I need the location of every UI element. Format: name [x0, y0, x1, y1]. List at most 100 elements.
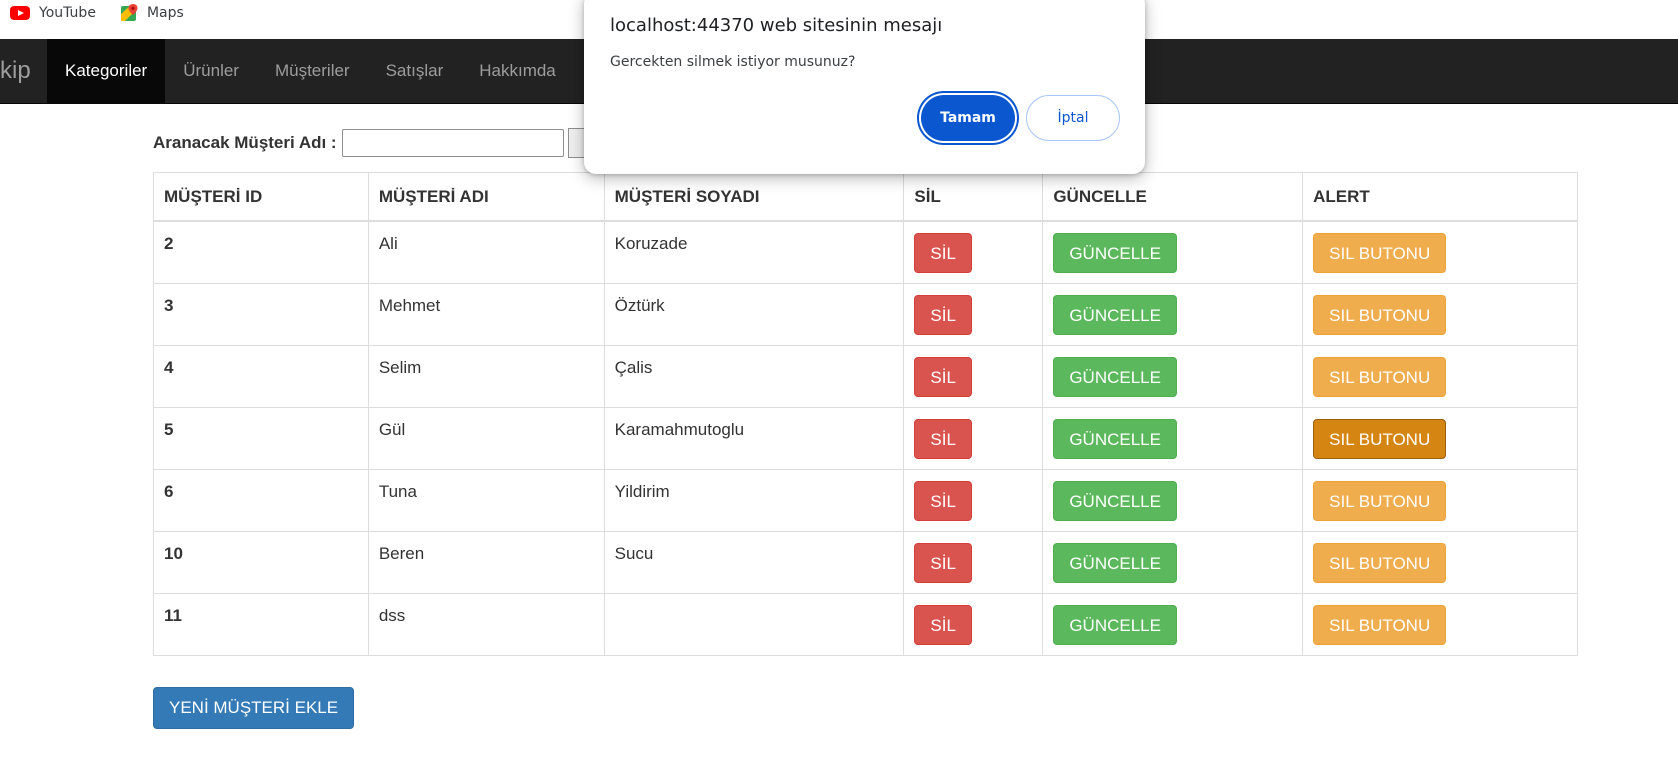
table-row: 4 Selim Çalis SİL GÜNCELLE SIL BUTONU [153, 344, 1578, 408]
search-label: Aranacak Müşteri Adı : [153, 133, 337, 152]
cell-sil: SİL [903, 344, 1044, 408]
cell-ad: Gül [367, 406, 605, 470]
alert-delete-button[interactable]: SIL BUTONU [1313, 604, 1447, 645]
alert-delete-button[interactable]: SIL BUTONU [1313, 418, 1447, 459]
bookmark-youtube[interactable]: YouTube [10, 5, 96, 21]
nav-item-hakkimda[interactable]: Hakkımda [461, 39, 574, 103]
nav-item-urunler[interactable]: Ürünler [165, 39, 257, 103]
dialog-cancel-button[interactable]: İptal [1026, 95, 1120, 141]
cell-ad-text: dss [378, 605, 406, 625]
cell-soyad: Sucu [603, 530, 905, 594]
cell-id-text: 10 [164, 543, 183, 563]
update-button[interactable]: GÜNCELLE [1053, 294, 1177, 335]
header-soyad: MÜŞTERİ SOYADI [603, 172, 905, 222]
bookmark-maps[interactable]: Maps [120, 4, 184, 22]
alert-delete-button[interactable]: SIL BUTONU [1313, 294, 1447, 335]
cell-soyad [603, 592, 905, 656]
cell-id-text: 4 [164, 357, 174, 377]
cell-id: 5 [153, 406, 369, 470]
alert-delete-button[interactable]: SIL BUTONU [1313, 233, 1447, 273]
update-button[interactable]: GÜNCELLE [1053, 604, 1177, 645]
cell-alert: SIL BUTONU [1302, 468, 1578, 532]
cell-alert: SIL BUTONU [1302, 344, 1578, 408]
cell-soyad-text: Öztürk [614, 295, 665, 315]
delete-button[interactable]: SİL [914, 542, 972, 583]
cell-alert: SIL BUTONU [1302, 592, 1578, 656]
update-button[interactable]: GÜNCELLE [1053, 542, 1177, 583]
customers-table: MÜŞTERİ ID MÜŞTERİ ADI MÜŞTERİ SOYADI Sİ… [153, 172, 1578, 656]
cell-id-text: 3 [164, 295, 174, 315]
delete-button[interactable]: SİL [914, 294, 972, 335]
cell-alert: SIL BUTONU [1302, 220, 1578, 284]
cell-guncelle: GÜNCELLE [1042, 530, 1304, 594]
cell-guncelle: GÜNCELLE [1042, 468, 1304, 532]
cell-soyad: Öztürk [603, 282, 905, 346]
cell-sil: SİL [903, 220, 1044, 284]
cell-ad-text: Tuna [378, 481, 417, 501]
delete-button[interactable]: SİL [914, 418, 972, 459]
youtube-icon [10, 6, 30, 20]
cell-id: 6 [153, 468, 369, 532]
cell-ad: Mehmet [367, 282, 605, 346]
table-row: 2 Ali Koruzade SİL GÜNCELLE SIL BUTONU [153, 220, 1578, 284]
header-guncelle: GÜNCELLE [1042, 172, 1304, 222]
cell-ad-text: Ali [378, 234, 398, 253]
cell-sil: SİL [903, 592, 1044, 656]
cell-id-text: 2 [164, 234, 174, 253]
cell-alert: SIL BUTONU [1302, 282, 1578, 346]
delete-button[interactable]: SİL [914, 480, 972, 521]
cell-guncelle: GÜNCELLE [1042, 344, 1304, 408]
cell-sil: SİL [903, 406, 1044, 470]
cell-id: 4 [153, 344, 369, 408]
cell-soyad: Çalis [603, 344, 905, 408]
header-ad: MÜŞTERİ ADI [367, 172, 605, 222]
dialog-message: Gercekten silmek istiyor musunuz? [610, 54, 856, 70]
alert-delete-button[interactable]: SIL BUTONU [1313, 480, 1447, 521]
cell-ad-text: Mehmet [378, 295, 441, 315]
cell-id: 11 [153, 592, 369, 656]
table-header-row: MÜŞTERİ ID MÜŞTERİ ADI MÜŞTERİ SOYADI Sİ… [153, 172, 1578, 222]
update-button[interactable]: GÜNCELLE [1053, 480, 1177, 521]
nav-item-kategoriler[interactable]: Kategoriler [47, 39, 166, 103]
cell-id: 10 [153, 530, 369, 594]
table-row: 3 Mehmet Öztürk SİL GÜNCELLE SIL BUTONU [153, 282, 1578, 346]
search-input[interactable] [341, 129, 564, 157]
update-button[interactable]: GÜNCELLE [1053, 418, 1177, 459]
cell-id-text: 11 [164, 605, 182, 625]
table-row: 5 Gül Karamahmutoglu SİL GÜNCELLE SIL BUTONU [153, 406, 1578, 470]
header-id: MÜŞTERİ ID [153, 172, 369, 222]
cell-soyad-text: Karamahmutoglu [614, 419, 745, 439]
delete-button[interactable]: SİL [914, 356, 972, 397]
cell-ad-text: Gül [378, 419, 406, 439]
cell-sil: SİL [903, 530, 1044, 594]
table-row: 11 dss SİL GÜNCELLE SIL BUTONU [153, 592, 1578, 656]
cell-soyad-text: Çalis [614, 357, 653, 377]
navbar-brand[interactable]: kip [0, 39, 47, 103]
cell-ad: dss [367, 592, 605, 656]
dialog-ok-button[interactable]: Tamam [921, 95, 1015, 141]
update-button[interactable]: GÜNCELLE [1053, 233, 1177, 273]
cell-id-text: 5 [164, 419, 174, 439]
cell-ad: Ali [367, 220, 605, 284]
table-row: 6 Tuna Yildirim SİL GÜNCELLE SIL BUTONU [153, 468, 1578, 532]
cell-soyad-text: Yildirim [614, 481, 670, 501]
nav-item-musteriler[interactable]: Müşteriler [257, 39, 368, 103]
delete-button[interactable]: SİL [914, 604, 972, 645]
add-customer-button[interactable]: YENİ MÜŞTERİ EKLE [153, 687, 355, 729]
cell-soyad-text: Koruzade [614, 234, 688, 253]
alert-delete-button[interactable]: SIL BUTONU [1313, 356, 1447, 397]
nav-item-satislar[interactable]: Satışlar [368, 39, 462, 103]
cell-guncelle: GÜNCELLE [1042, 282, 1304, 346]
cell-soyad-text: Sucu [614, 543, 654, 563]
header-sil: SİL [903, 172, 1044, 222]
delete-button[interactable]: SİL [914, 233, 972, 273]
alert-delete-button[interactable]: SIL BUTONU [1313, 542, 1447, 583]
dialog-title: localhost:44370 web sitesinin mesajı [610, 15, 943, 36]
update-button[interactable]: GÜNCELLE [1053, 356, 1177, 397]
cell-alert: SIL BUTONU [1302, 530, 1578, 594]
bookmark-label: Maps [146, 5, 184, 21]
bookmark-label: YouTube [39, 5, 96, 21]
cell-ad: Beren [367, 530, 605, 594]
cell-guncelle: GÜNCELLE [1042, 406, 1304, 470]
cell-sil: SİL [903, 282, 1044, 346]
